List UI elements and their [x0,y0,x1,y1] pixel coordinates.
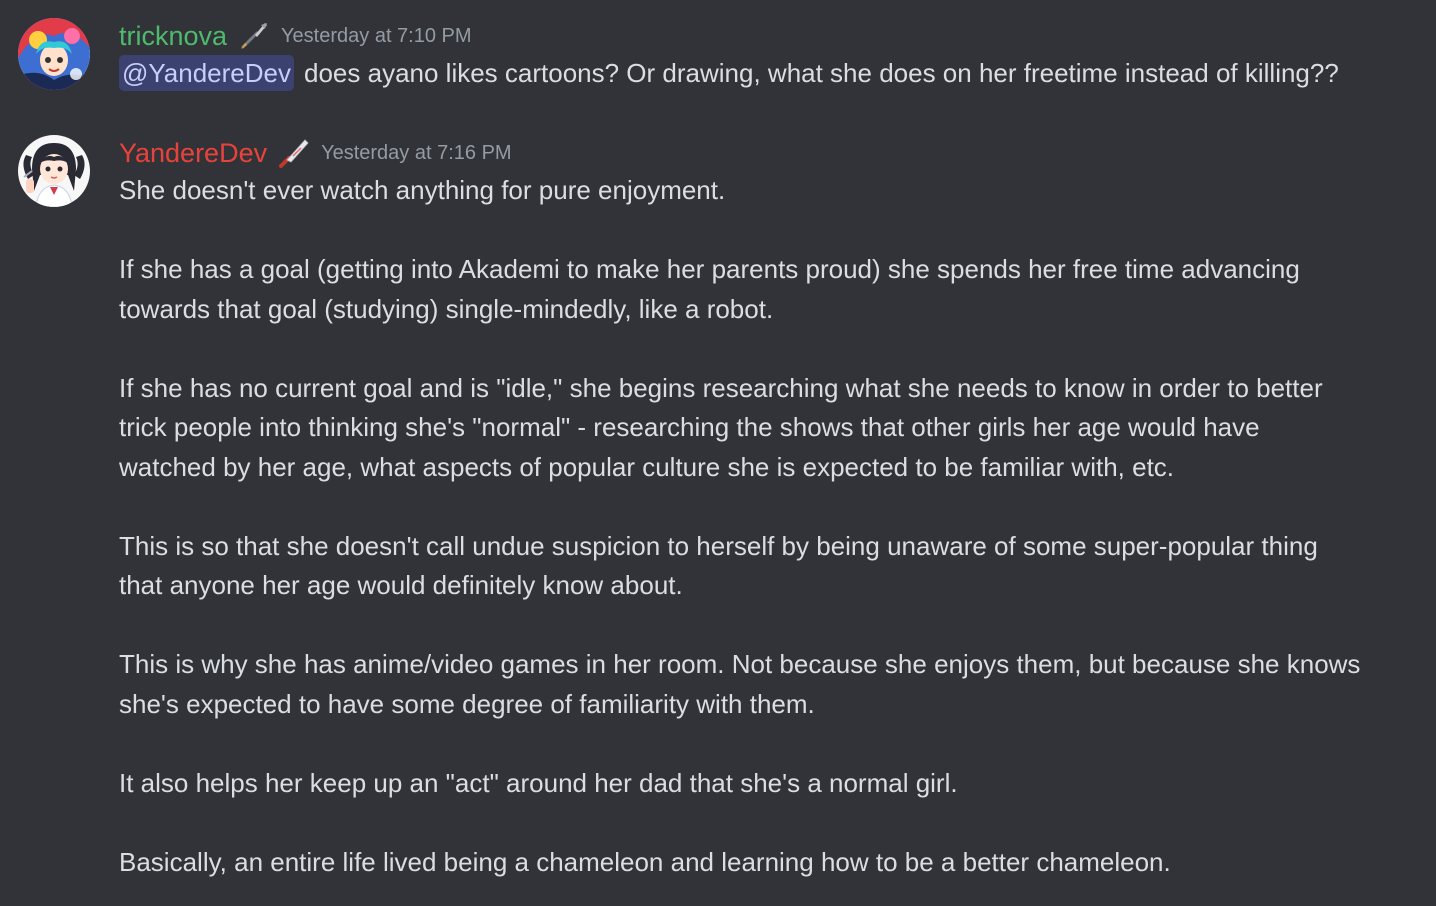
message-line: If she has a goal (getting into Akademi … [119,254,1300,284]
message-line: she's expected to have some degree of fa… [119,688,815,719]
message-line: This is so that she doesn't call undue s… [119,530,1318,561]
message-line: trick people into thinking she's "normal… [119,412,1260,442]
message-line: towards that goal (studying) single-mind… [119,293,774,324]
rocket-icon[interactable] [237,19,271,53]
user-mention[interactable]: @YandereDev [119,55,294,91]
message-paragraph: It also helps her keep up an "act" aroun… [119,764,1419,804]
message-line: This is why she has anime/video games in… [119,649,1361,679]
message-header: tricknova Yesterday at 7:10 PM [119,16,472,56]
message-content: @YandereDev does ayano likes cartoons? Or… [119,54,1419,94]
message-timestamp[interactable]: Yesterday at 7:16 PM [321,142,512,165]
message-paragraph: Basically, an entire life lived being a … [119,843,1419,883]
anime-avatar-icon[interactable] [18,18,90,90]
message-paragraph: If she has no current goal and is "idle,… [119,369,1419,488]
username[interactable]: YandereDev [119,138,267,169]
message-header: YandereDev Yesterday at 7:16 PM [119,133,512,173]
message-line: watched by her age, what aspects of popu… [119,451,1175,482]
message-line: If she has no current goal and is "idle,… [119,372,1323,403]
message-text: does ayano likes cartoons? Or drawing, w… [304,58,1339,88]
message-paragraph: This is why she has anime/video games in… [119,645,1419,724]
message-paragraph: She doesn't ever watch anything for pure… [119,171,1419,211]
message-timestamp[interactable]: Yesterday at 7:10 PM [281,25,472,48]
message-line: It also helps her keep up an "act" aroun… [119,767,958,798]
message-content: She doesn't ever watch anything for pure… [119,171,1419,882]
message-line: She doesn't ever watch anything for pure… [119,175,726,205]
message-paragraph: This is so that she doesn't call undue s… [119,527,1419,606]
knife-icon[interactable] [277,136,311,170]
message-line: Basically, an entire life lived being a … [119,846,1171,877]
username[interactable]: tricknova [119,21,227,52]
anime-girl-avatar-icon[interactable] [18,135,90,207]
message-paragraph: If she has a goal (getting into Akademi … [119,250,1419,329]
message-line: that anyone her age would definitely kno… [119,570,683,600]
